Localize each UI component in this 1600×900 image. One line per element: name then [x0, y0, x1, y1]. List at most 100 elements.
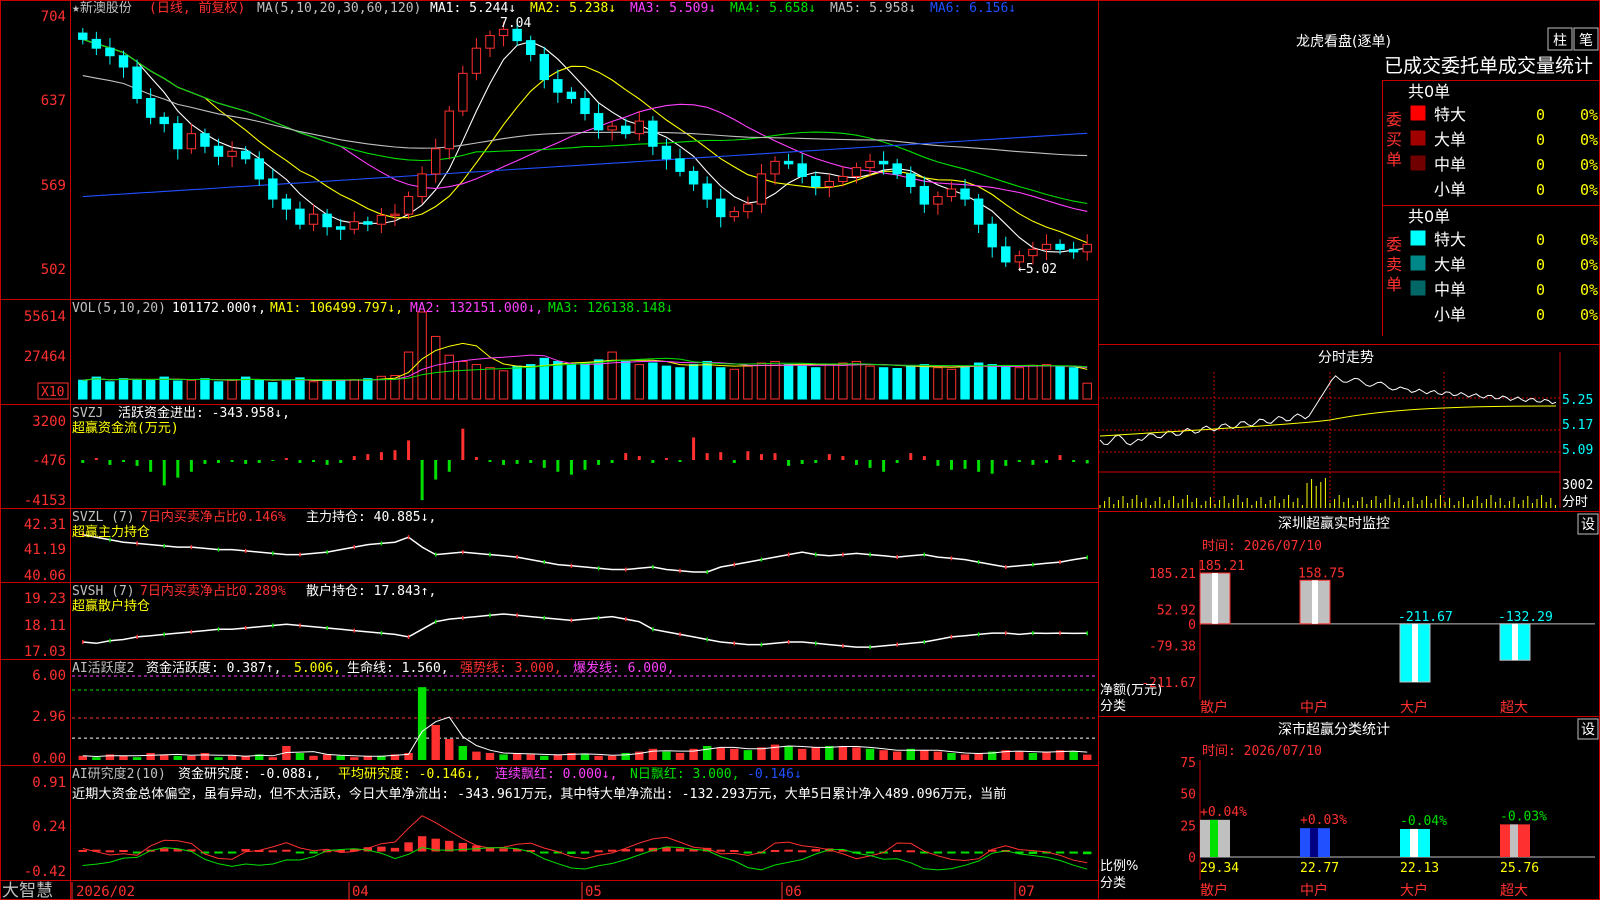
class-settings-label[interactable]: 设 [1581, 722, 1595, 738]
candle [593, 113, 604, 131]
candle [634, 120, 645, 135]
volume-bar [1028, 364, 1038, 400]
active-bar [662, 751, 671, 760]
active-bar [607, 755, 617, 760]
ma-params: MA(5,10,20,30,60,120) [257, 1, 421, 16]
flow-bar [868, 459, 872, 468]
ai1-title: AI活跃度2 [72, 660, 134, 676]
active-bar [92, 757, 101, 760]
ai1-tick-3: 0.00 [32, 751, 66, 767]
high-label: 7.04 [500, 16, 531, 31]
candle [308, 213, 319, 225]
candle [838, 175, 848, 182]
research-bar [458, 842, 468, 852]
brand-label: 大智慧 [2, 881, 53, 900]
active-bar [960, 754, 970, 760]
flow-bar [447, 459, 451, 472]
vol-ma2: MA2: 132151.000↓, [410, 301, 543, 316]
volume-chart[interactable] [78, 311, 1092, 400]
class-bar-highlight [1310, 828, 1318, 857]
class-value: 22.77 [1300, 861, 1339, 876]
ma-legend-4: MA4: 5.658↓ [730, 1, 816, 16]
intraday-vol-tick: 3002 [1562, 478, 1593, 493]
volume-bar [159, 376, 169, 400]
svzl-chart[interactable] [82, 532, 1088, 575]
active-bar [227, 755, 237, 760]
candle [1082, 243, 1092, 253]
volume-bar [675, 367, 685, 400]
vol-ma3: MA3: 126138.148↓ [548, 301, 673, 316]
active-bar [309, 755, 318, 760]
active-bar [580, 754, 590, 760]
active-bar [132, 757, 142, 760]
flow-bar [81, 459, 85, 463]
flow-bar [692, 437, 696, 460]
month-3: 06 [785, 884, 802, 900]
volume-bar [688, 364, 699, 400]
flow-bar [352, 456, 356, 460]
stock-terminal: ★新澳股份 (日线, 前复权) MA(5,10,20,30,60,120) MA… [0, 0, 1600, 900]
class-chart[interactable]: 75 50 25 0 +0.04% 29.34 散户 +0.03% 22.77 中户 -0.04% 2… [1180, 756, 1595, 899]
monitor-settings-label[interactable]: 设 [1581, 517, 1595, 533]
flow-bar [515, 459, 519, 464]
sell-row-count: 0 [1536, 256, 1545, 274]
candle [240, 150, 251, 160]
class-date: 时间: 2026/07/10 [1202, 744, 1322, 759]
svzl-tick-2: 41.19 [24, 542, 66, 558]
flow-bar [569, 459, 573, 475]
ai2-comment: 近期大资金总体偏空，虽有异动，但不太活跃，今日大单净流出: -343.961万元… [72, 785, 1006, 802]
active-bar [825, 746, 834, 760]
candle [227, 150, 237, 157]
monitor-bar-highlight [1412, 623, 1418, 682]
research-bar [377, 846, 386, 852]
vol-unit-label: X10 [41, 385, 64, 400]
active-bar [865, 748, 875, 760]
tab-stroke-label[interactable]: 笔 [1579, 33, 1593, 49]
tab-column-label[interactable]: 柱 [1553, 33, 1567, 49]
active-bar [947, 753, 956, 760]
monitor-chart[interactable]: 185.21 52.920 -79.38 -211.67 185.21 散户 158.75 中… [1141, 559, 1595, 716]
volume-bar [200, 378, 210, 400]
class-bar-highlight [1510, 824, 1518, 857]
active-bar [540, 755, 549, 760]
ai1-burst: 爆发线: 6.000, [573, 660, 675, 676]
svzl-tick-1: 42.31 [24, 517, 66, 533]
active-line [82, 716, 1088, 758]
candle [1041, 243, 1052, 250]
svsh-ratio: 7日内买卖净占比0.289% [140, 583, 286, 599]
frame-lines [0, 0, 1600, 900]
sell-row-count: 0 [1536, 306, 1545, 324]
candle [1055, 243, 1065, 250]
active-bar [879, 750, 888, 760]
active-bar [187, 755, 196, 760]
candlestick-chart[interactable]: 7.04 ←5.02 [78, 16, 1092, 277]
intraday-chart[interactable] [1098, 352, 1561, 508]
volume-bar [621, 360, 631, 400]
period-label: (日线, 前复权) [149, 0, 245, 16]
volume-bar [349, 378, 359, 400]
active-bar [920, 750, 929, 760]
vol-title: VOL(5,10,20) [72, 301, 166, 316]
volume-bar [756, 362, 767, 400]
month-4: 07 [1018, 884, 1035, 900]
flow-bar [610, 459, 614, 463]
candle [675, 158, 685, 172]
candle [512, 28, 522, 42]
candle [756, 173, 767, 205]
volume-bar [213, 381, 224, 400]
svzj-chart[interactable] [81, 428, 1089, 501]
candle [960, 188, 970, 200]
research-bar [1083, 851, 1092, 855]
svsh-chart[interactable] [82, 613, 1088, 650]
tick-569: 569 [41, 178, 66, 194]
candle [648, 120, 658, 147]
monitor-cat: 散户 [1200, 699, 1228, 716]
class-pct: -0.03% [1500, 809, 1547, 824]
flow-bar [529, 459, 533, 463]
volume-bar [186, 379, 197, 400]
ai2-chart[interactable] [78, 815, 1092, 871]
ai1-chart[interactable] [72, 675, 1096, 760]
flow-bar [922, 456, 926, 460]
volume-bar [892, 367, 902, 400]
flow-bar [474, 457, 478, 460]
